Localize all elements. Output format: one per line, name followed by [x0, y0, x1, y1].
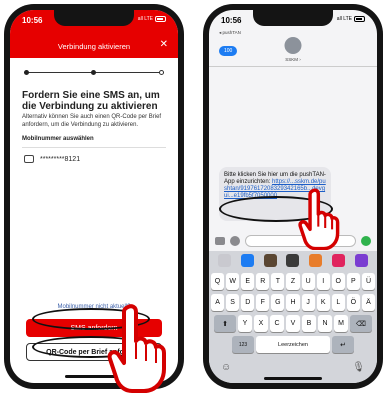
app-icon[interactable]: [309, 254, 323, 267]
progress-dot-1: [24, 70, 29, 75]
header-title: Verbindung aktivieren: [57, 42, 131, 51]
numbers-key[interactable]: 123: [232, 336, 254, 353]
page-heading: Fordern Sie eine SMS an, um die Verbindu…: [22, 90, 160, 112]
emoji-icon[interactable]: ☺: [221, 362, 231, 373]
signal-label: all LTE: [336, 16, 352, 22]
mobile-number-label: Mobilnummer auswählen: [22, 136, 94, 142]
key[interactable]: H: [286, 294, 300, 311]
battery-icon: [155, 16, 166, 22]
notch: [253, 10, 333, 26]
key[interactable]: N: [318, 315, 332, 332]
key[interactable]: Ö: [346, 294, 360, 311]
status-time: 10:56: [221, 16, 242, 25]
key[interactable]: M: [334, 315, 348, 332]
key[interactable]: T: [271, 273, 285, 290]
progress-dot-3: [159, 70, 164, 75]
status-icons: all LTE: [337, 16, 365, 22]
battery-icon: [354, 16, 365, 22]
status-time: 10:56: [22, 16, 43, 25]
key[interactable]: I: [316, 273, 330, 290]
app-icon[interactable]: [286, 254, 300, 267]
app-drawer-strip: [209, 251, 377, 270]
close-icon[interactable]: ✕: [160, 39, 168, 50]
back-to-app[interactable]: ◂ pushTAN: [219, 30, 241, 36]
progress-stepper: [24, 68, 164, 78]
key[interactable]: S: [226, 294, 240, 311]
status-icons: all LTE: [138, 16, 166, 22]
key[interactable]: D: [241, 294, 255, 311]
mobile-number-option[interactable]: *********8121: [24, 155, 80, 163]
delete-key[interactable]: ⌫: [350, 315, 372, 332]
signal-label: all LTE: [137, 16, 153, 22]
key[interactable]: F: [256, 294, 270, 311]
keyboard-row-1: Q W E R T Z U I O P Ü: [210, 273, 376, 290]
page-subtext: Alternativ können Sie auch einen QR-Code…: [22, 114, 162, 128]
key[interactable]: L: [331, 294, 345, 311]
key[interactable]: Y: [238, 315, 252, 332]
keyboard: Q W E R T Z U I O P Ü A S D F G H J K L …: [209, 270, 377, 383]
key[interactable]: G: [271, 294, 285, 311]
key[interactable]: J: [301, 294, 315, 311]
notch: [54, 10, 134, 26]
key[interactable]: U: [301, 273, 315, 290]
memoji-app-icon[interactable]: [263, 254, 277, 267]
key[interactable]: V: [286, 315, 300, 332]
message-icon: [24, 155, 34, 163]
key[interactable]: Ü: [361, 273, 376, 290]
shift-key[interactable]: ⬆: [214, 315, 236, 332]
keyboard-row-3: ⬆ Y X C V B N M ⌫: [211, 315, 375, 332]
space-key[interactable]: Leerzeichen: [256, 336, 330, 353]
keyboard-row-4: 123 Leerzeichen ↵: [211, 336, 375, 353]
divider: [209, 66, 377, 67]
compose-bar: [215, 234, 371, 248]
send-icon[interactable]: [361, 236, 371, 246]
keyboard-bottom-bar: ☺ 🎙: [221, 362, 365, 373]
pointing-hand-icon: [298, 188, 340, 250]
right-phone: 10:56 all LTE ◂ pushTAN 100 SSKM › Bitte…: [203, 4, 383, 389]
key[interactable]: E: [241, 273, 255, 290]
progress-dot-2: [91, 70, 97, 75]
camera-icon[interactable]: [215, 237, 225, 245]
key[interactable]: B: [302, 315, 316, 332]
key[interactable]: C: [270, 315, 284, 332]
right-phone-screen: 10:56 all LTE ◂ pushTAN 100 SSKM › Bitte…: [209, 10, 377, 383]
back-button[interactable]: 100: [219, 46, 238, 56]
pointing-hand-icon: [107, 304, 166, 393]
appstore-app-icon[interactable]: [240, 254, 254, 267]
key[interactable]: K: [316, 294, 330, 311]
contact-name[interactable]: SSKM ›: [209, 57, 377, 62]
music-app-icon[interactable]: [332, 254, 346, 267]
back-badge-count: 100: [224, 48, 233, 54]
key[interactable]: X: [254, 315, 268, 332]
appstore-icon[interactable]: [230, 236, 240, 246]
keyboard-row-2: A S D F G H J K L Ö Ä: [210, 294, 376, 311]
microphone-icon[interactable]: 🎙: [352, 362, 365, 373]
key[interactable]: R: [256, 273, 270, 290]
app-icon[interactable]: [354, 254, 368, 267]
key[interactable]: Ä: [361, 294, 376, 311]
home-indicator: [264, 377, 322, 380]
key[interactable]: W: [226, 273, 240, 290]
key[interactable]: P: [346, 273, 360, 290]
return-key[interactable]: ↵: [332, 336, 354, 353]
photos-app-icon[interactable]: [217, 254, 231, 267]
masked-number: *********8121: [40, 155, 81, 163]
key[interactable]: Z: [286, 273, 300, 290]
key[interactable]: Q: [210, 273, 225, 290]
contact-avatar[interactable]: [284, 37, 302, 54]
key[interactable]: A: [210, 294, 225, 311]
key[interactable]: O: [331, 273, 345, 290]
divider: [22, 147, 166, 148]
